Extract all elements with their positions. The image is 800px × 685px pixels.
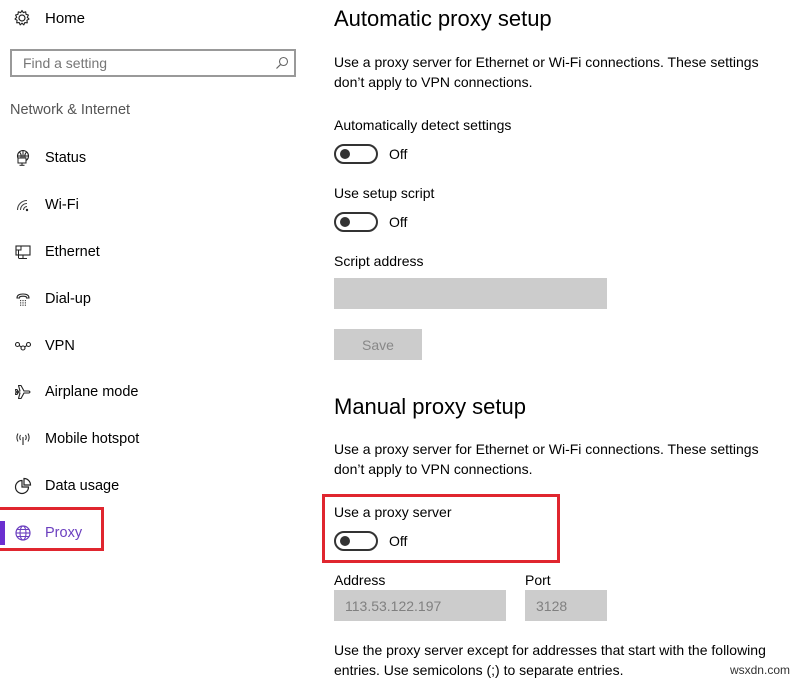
hotspot-icon	[13, 429, 33, 449]
sidebar-item-label: Data usage	[45, 477, 120, 494]
exceptions-description: Use the proxy server except for addresse…	[334, 642, 766, 678]
sidebar-item-airplane-mode[interactable]: Airplane mode	[0, 369, 320, 416]
manual-description: Use a proxy server for Ethernet or Wi-Fi…	[334, 441, 759, 477]
search-input[interactable]	[12, 51, 270, 75]
port-label: Port	[525, 572, 551, 588]
port-input[interactable]	[525, 590, 607, 621]
sidebar-item-wifi[interactable]: Wi-Fi	[0, 182, 320, 229]
sidebar-item-vpn[interactable]: VPN	[0, 322, 320, 369]
sidebar-item-label: Ethernet	[45, 243, 100, 260]
detect-settings-state: Off	[389, 146, 408, 162]
sidebar-item-status[interactable]: Status	[0, 135, 320, 182]
vpn-icon	[13, 336, 33, 356]
setup-script-toggle[interactable]	[334, 212, 378, 232]
toggle-knob	[340, 217, 350, 227]
sidebar-item-mobile-hotspot[interactable]: Mobile hotspot	[0, 416, 320, 463]
sidebar-item-data-usage[interactable]: Data usage	[0, 463, 320, 510]
automatic-description: Use a proxy server for Ethernet or Wi-Fi…	[334, 54, 759, 90]
detect-settings-toggle[interactable]	[334, 144, 378, 164]
gear-icon	[12, 8, 32, 28]
detect-settings-row: Off	[334, 144, 407, 164]
manual-proxy-title: Manual proxy setup	[334, 394, 526, 419]
globe-monitor-icon	[13, 148, 33, 168]
highlight-box-proxy-nav	[0, 507, 104, 551]
nav-list: Status Wi-Fi Ethernet Dial-up VPN Airpla…	[0, 135, 320, 556]
sidebar-item-label: VPN	[45, 337, 75, 354]
home-label: Home	[45, 9, 86, 27]
address-label: Address	[334, 572, 386, 588]
sidebar-item-label: Mobile hotspot	[45, 431, 140, 448]
airplane-icon	[13, 382, 33, 402]
script-address-label: Script address	[334, 253, 424, 269]
section-title: Network & Internet	[10, 102, 131, 118]
sidebar-item-label: Dial-up	[45, 290, 91, 307]
pie-chart-icon	[13, 476, 33, 496]
sidebar-item-dial-up[interactable]: Dial-up	[0, 275, 320, 322]
search-icon[interactable]	[270, 56, 294, 70]
setup-script-row: Off	[334, 212, 407, 232]
sidebar: Home Network & Internet Status Wi-Fi Eth…	[0, 0, 320, 685]
automatic-proxy-title: Automatic proxy setup	[334, 6, 552, 31]
address-input[interactable]	[334, 590, 506, 621]
toggle-knob	[340, 149, 350, 159]
sidebar-item-ethernet[interactable]: Ethernet	[0, 229, 320, 276]
search-box	[10, 49, 296, 77]
home-link[interactable]: Home	[12, 6, 85, 30]
save-button[interactable]: Save	[334, 329, 422, 360]
setup-script-label: Use setup script	[334, 185, 435, 201]
ethernet-icon	[13, 242, 33, 262]
watermark: wsxdn.com	[729, 663, 790, 677]
script-address-input[interactable]	[334, 278, 607, 309]
sidebar-item-label: Wi-Fi	[45, 197, 79, 214]
detect-settings-label: Automatically detect settings	[334, 117, 512, 133]
setup-script-state: Off	[389, 214, 408, 230]
wifi-icon	[13, 195, 33, 215]
sidebar-item-label: Status	[45, 150, 87, 167]
sidebar-item-label: Airplane mode	[45, 384, 139, 401]
highlight-box-use-proxy	[322, 494, 560, 563]
phone-icon	[13, 289, 33, 309]
